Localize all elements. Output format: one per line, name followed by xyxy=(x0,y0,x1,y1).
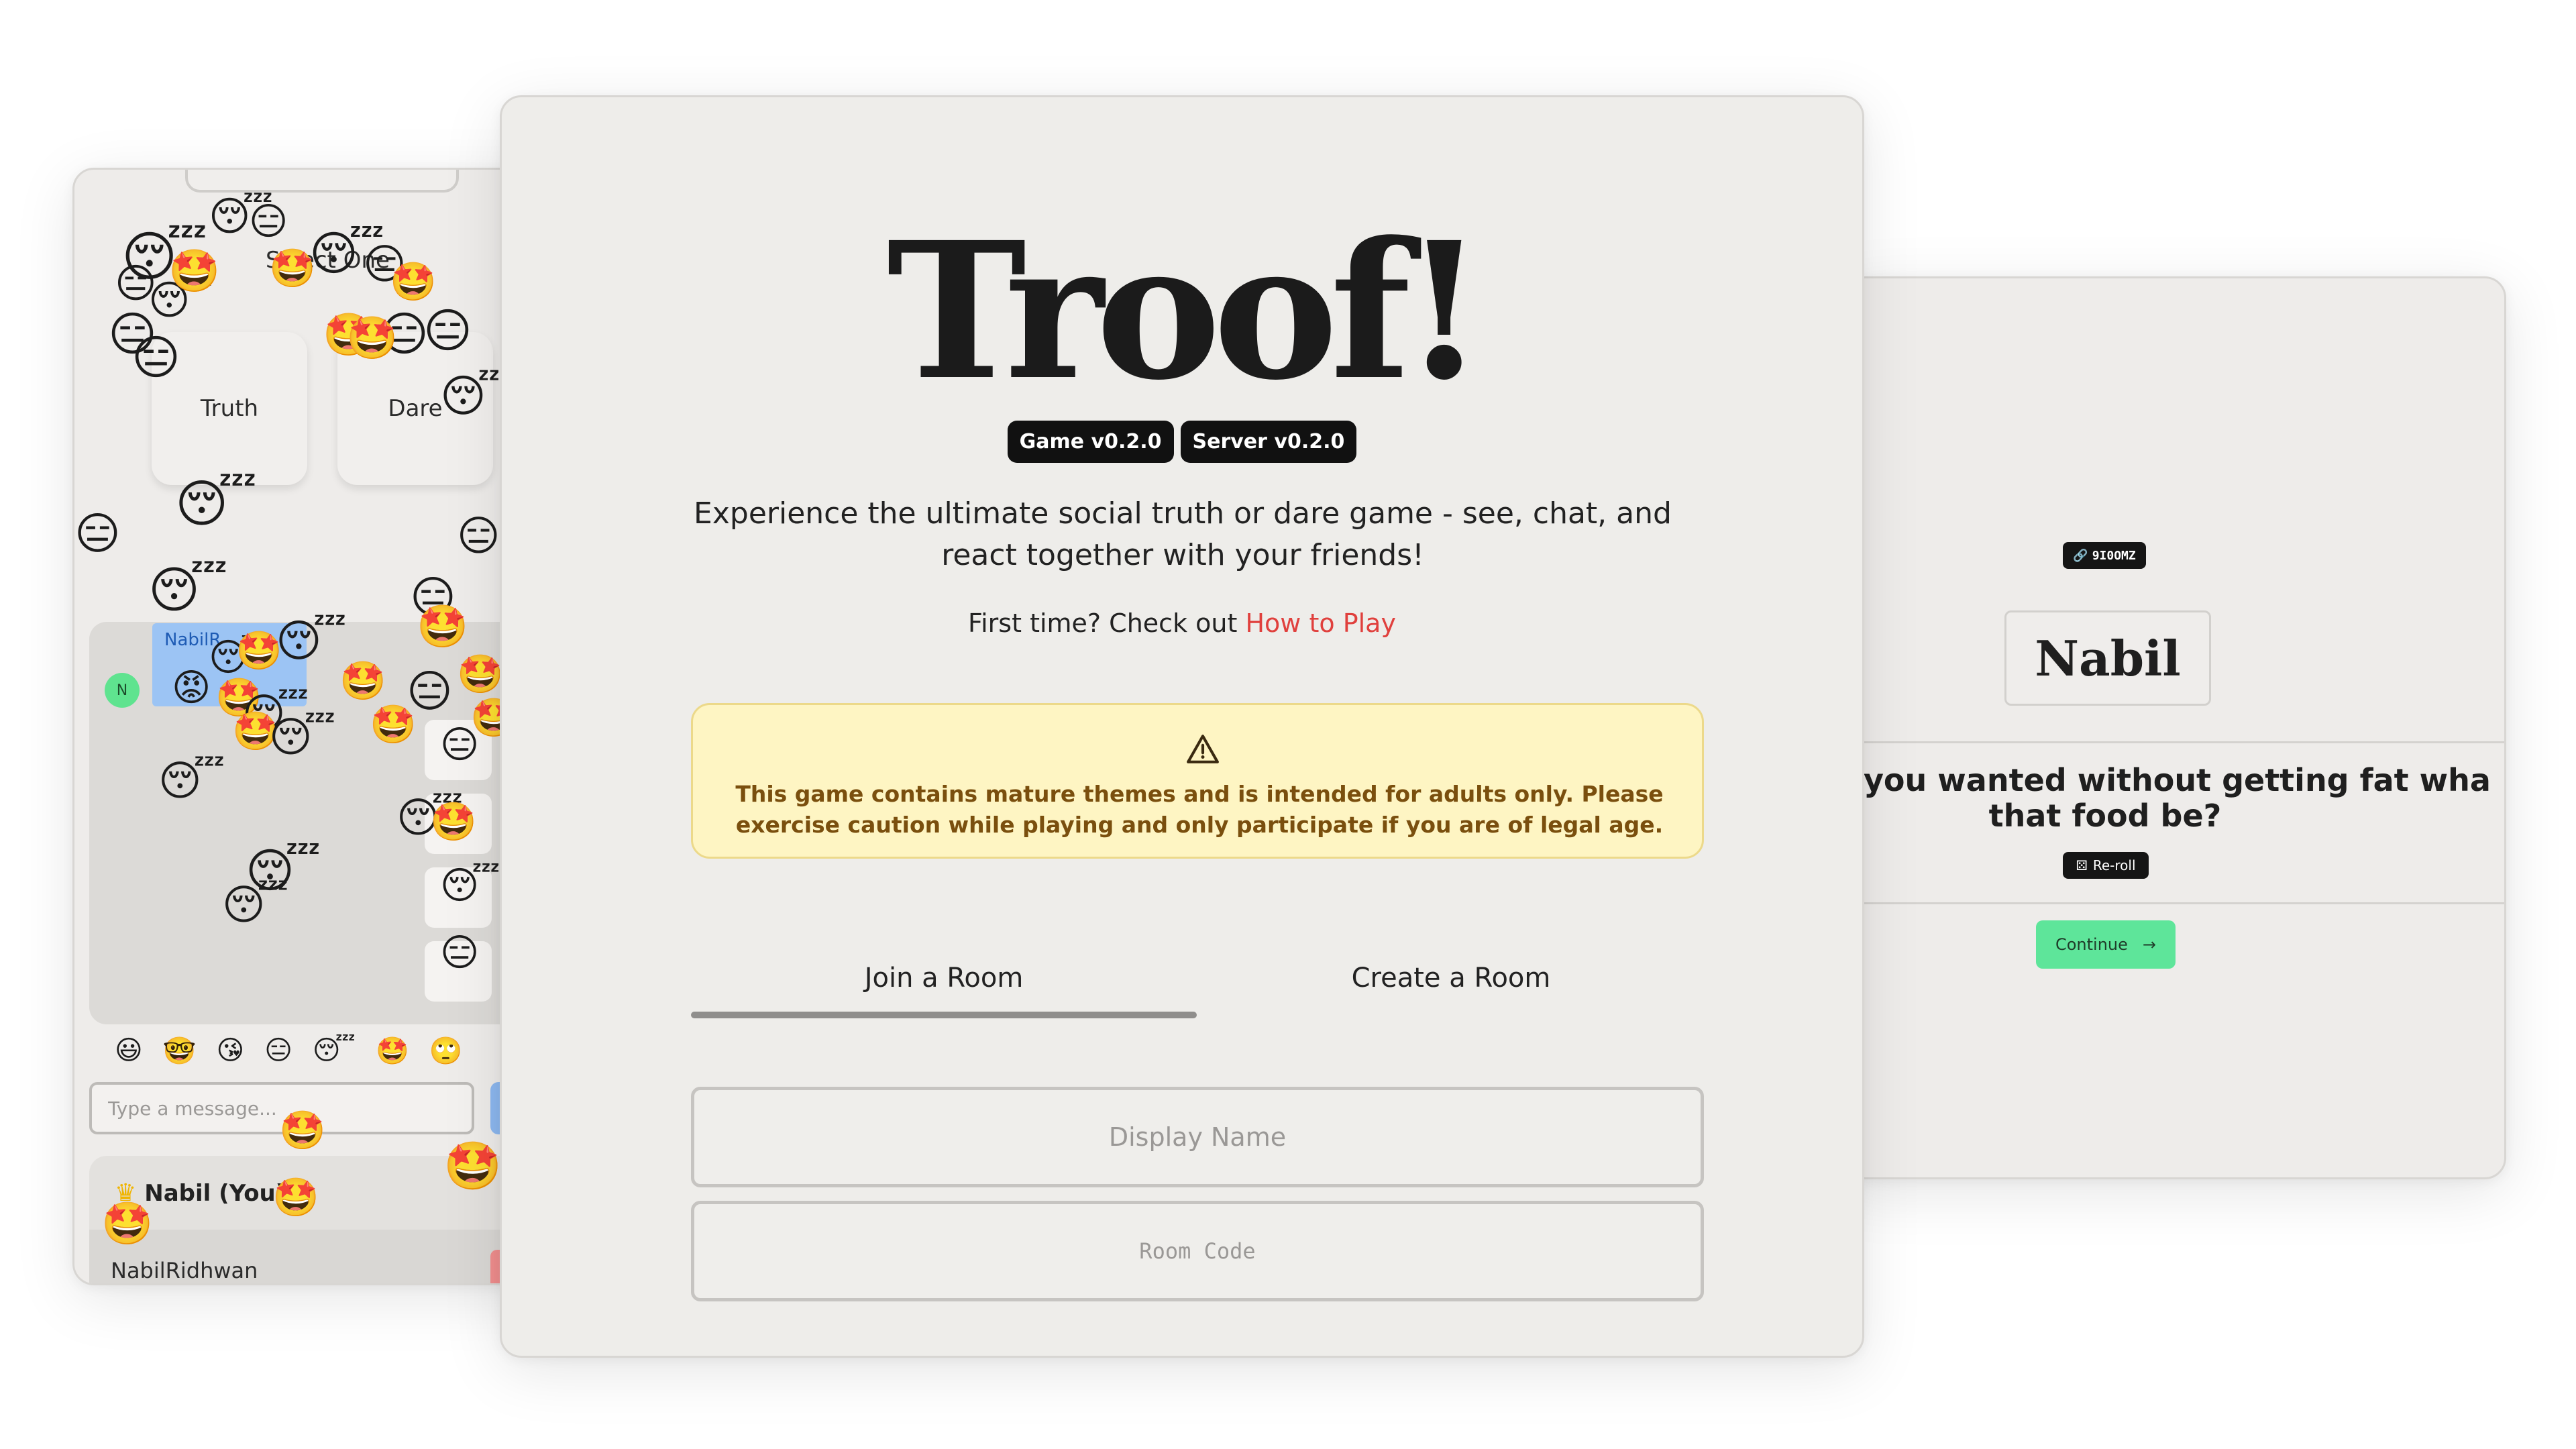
reroll-button[interactable]: ⚄ Re-roll xyxy=(2063,852,2149,879)
floating-reaction-emoji-icon: 😑 xyxy=(108,307,157,362)
quick-emoji-bar: 😃 🤓 😘 😑 😴 🤩 🙄 xyxy=(115,1035,463,1067)
quick-emoji-button[interactable]: 😘 xyxy=(217,1035,245,1067)
room-code: 9I0OMZ xyxy=(2092,548,2136,563)
host-name: Nabil (You) xyxy=(144,1179,286,1207)
crown-icon: ♛ xyxy=(115,1179,137,1207)
continue-label: Continue xyxy=(2055,935,2128,954)
continue-button[interactable]: Continue → xyxy=(2036,920,2176,969)
current-player-name: Nabil xyxy=(2004,610,2211,706)
floating-reaction-emoji-icon: 😴 xyxy=(209,193,274,240)
version-badges: Game v0.2.0 Server v0.2.0 xyxy=(502,421,1862,463)
floating-reaction-emoji-icon: 😴 xyxy=(148,561,228,619)
tab-create-room[interactable]: Create a Room xyxy=(1198,963,1704,994)
arrow-right-icon: → xyxy=(2142,935,2157,954)
truth-button[interactable]: Truth xyxy=(152,332,307,485)
floating-reaction-emoji-icon: 🤩 xyxy=(168,246,221,295)
select-one-label: Select One xyxy=(266,247,390,274)
quick-emoji-button[interactable]: 🤓 xyxy=(163,1035,197,1067)
landing-card: Troof! Game v0.2.0 Server v0.2.0 Experie… xyxy=(500,95,1864,1358)
floating-reaction-emoji-icon: 😑 xyxy=(457,511,500,560)
floating-reaction-emoji-icon: 😑 xyxy=(249,200,288,244)
floating-reaction-emoji-icon: 😴 xyxy=(121,225,208,288)
server-version-badge: Server v0.2.0 xyxy=(1180,421,1357,463)
question-line: that food be? xyxy=(1988,797,2222,834)
quick-emoji-button[interactable]: 😴 xyxy=(313,1035,356,1067)
reaction-box xyxy=(425,794,492,854)
truth-label: Truth xyxy=(200,395,259,422)
dice-icon: ⚄ xyxy=(2076,857,2088,873)
divider xyxy=(1837,902,2504,904)
warning-triangle-icon xyxy=(1187,735,1219,763)
room-code-badge[interactable]: 🔗 9I0OMZ xyxy=(2063,542,2146,569)
game-version-badge: Game v0.2.0 xyxy=(1007,421,1174,463)
tab-join-room[interactable]: Join a Room xyxy=(691,963,1197,994)
question-text: nything you wanted without getting fat w… xyxy=(1837,762,2504,834)
question-preview-card: 🔗 9I0OMZ Nabil nything you wanted withou… xyxy=(1835,276,2506,1179)
quick-emoji-button[interactable]: 😑 xyxy=(264,1035,292,1067)
floating-reaction-emoji-icon: 😑 xyxy=(74,508,121,559)
dare-label: Dare xyxy=(388,395,443,422)
message-input[interactable] xyxy=(89,1082,474,1134)
link-icon: 🔗 xyxy=(2073,548,2088,563)
dare-button[interactable]: Dare xyxy=(337,332,493,485)
first-time-text: First time? Check out How to Play xyxy=(502,608,1862,638)
select-panel-top xyxy=(185,170,459,193)
reaction-box xyxy=(425,867,492,928)
avatar: N xyxy=(105,673,140,708)
warning-text: This game contains mature themes and is … xyxy=(735,781,1664,839)
floating-reaction-emoji-icon: 😴 xyxy=(148,277,213,324)
active-tab-indicator xyxy=(691,1012,1197,1018)
how-to-play-link[interactable]: How to Play xyxy=(1245,608,1395,638)
reaction-box xyxy=(425,941,492,1002)
game-room-preview-card: Select One Truth Dare N NabilR 😃 🤓 😘 😑 😴… xyxy=(72,168,559,1285)
room-code-input[interactable] xyxy=(691,1201,1704,1301)
floating-reaction-emoji-icon: 😑 xyxy=(410,572,456,623)
floating-reaction-emoji-icon: 😴 xyxy=(175,474,257,533)
mature-content-warning: This game contains mature themes and is … xyxy=(691,703,1704,859)
display-name-input[interactable] xyxy=(691,1087,1704,1187)
reaction-box xyxy=(425,720,492,780)
player-name: NabilRidhwan xyxy=(111,1258,258,1283)
chat-message-bubble: NabilR xyxy=(152,623,307,706)
floating-reaction-emoji-icon: 😑 xyxy=(115,260,157,307)
divider xyxy=(1837,741,2504,743)
question-line: nything you wanted without getting fat w… xyxy=(1837,762,2491,798)
first-time-label: First time? Check out xyxy=(968,608,1238,638)
quick-emoji-button[interactable]: 🙄 xyxy=(429,1035,463,1067)
reroll-label: Re-roll xyxy=(2092,857,2136,873)
message-sender: NabilR xyxy=(164,630,221,650)
quick-emoji-button[interactable]: 😃 xyxy=(115,1035,143,1067)
floating-reaction-emoji-icon: 🤩 xyxy=(390,260,437,304)
app-title: Troof! xyxy=(886,201,1485,422)
app-description: Experience the ultimate social truth or … xyxy=(694,496,1672,572)
quick-emoji-button[interactable]: 🤩 xyxy=(376,1035,409,1067)
host-player: ♛ Nabil (You) xyxy=(115,1179,286,1207)
